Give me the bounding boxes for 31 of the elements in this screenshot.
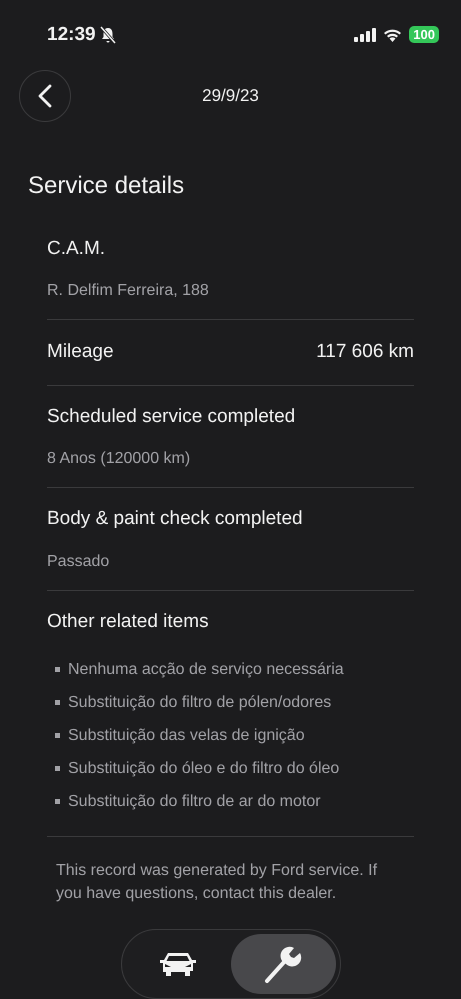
page-title: 29/9/23	[202, 84, 259, 107]
row-value: 117 606 km	[316, 340, 414, 364]
bullet-icon	[55, 766, 60, 771]
list-item: Nenhuma acção de serviço necessária	[68, 660, 344, 680]
row-label: Mileage	[47, 340, 114, 364]
list-item: Substituição do óleo e do filtro do óleo	[68, 759, 340, 779]
row-subtitle: Passado	[47, 552, 110, 572]
muted-bell-icon	[100, 26, 116, 44]
wifi-icon	[383, 28, 402, 42]
row-title: Body & paint check completed	[47, 507, 304, 531]
bullet-icon	[55, 799, 60, 804]
car-icon	[159, 951, 197, 977]
toggle-tab[interactable]	[230, 934, 336, 994]
section-heading: Service details	[28, 170, 186, 200]
bullet-icon	[55, 733, 60, 738]
list-item: Substituição das velas de ignição	[68, 726, 305, 746]
battery-indicator: 100	[409, 26, 439, 44]
row-title: C.A.M.	[47, 236, 106, 260]
row-title: Scheduled service completed	[47, 404, 296, 428]
list-item: Substituição do filtro de ar do motor	[68, 792, 321, 812]
list-item: Substituição do filtro de pólen/odores	[68, 693, 332, 713]
bullet-icon	[55, 667, 60, 672]
back-icon	[38, 84, 52, 108]
row-subtitle: R. Delfim Ferreira, 188	[47, 281, 210, 301]
status-time: 12:39	[47, 22, 96, 47]
footer-note: This record was generated by Ford service. If you have questions, contact this dealer.	[56, 861, 378, 904]
wrench-icon	[263, 944, 303, 984]
row-subtitle: 8 Anos (120000 km)	[47, 449, 192, 469]
bullet-icon	[55, 700, 60, 705]
row-title: Other related items	[47, 610, 210, 634]
signal-icon	[354, 28, 376, 42]
